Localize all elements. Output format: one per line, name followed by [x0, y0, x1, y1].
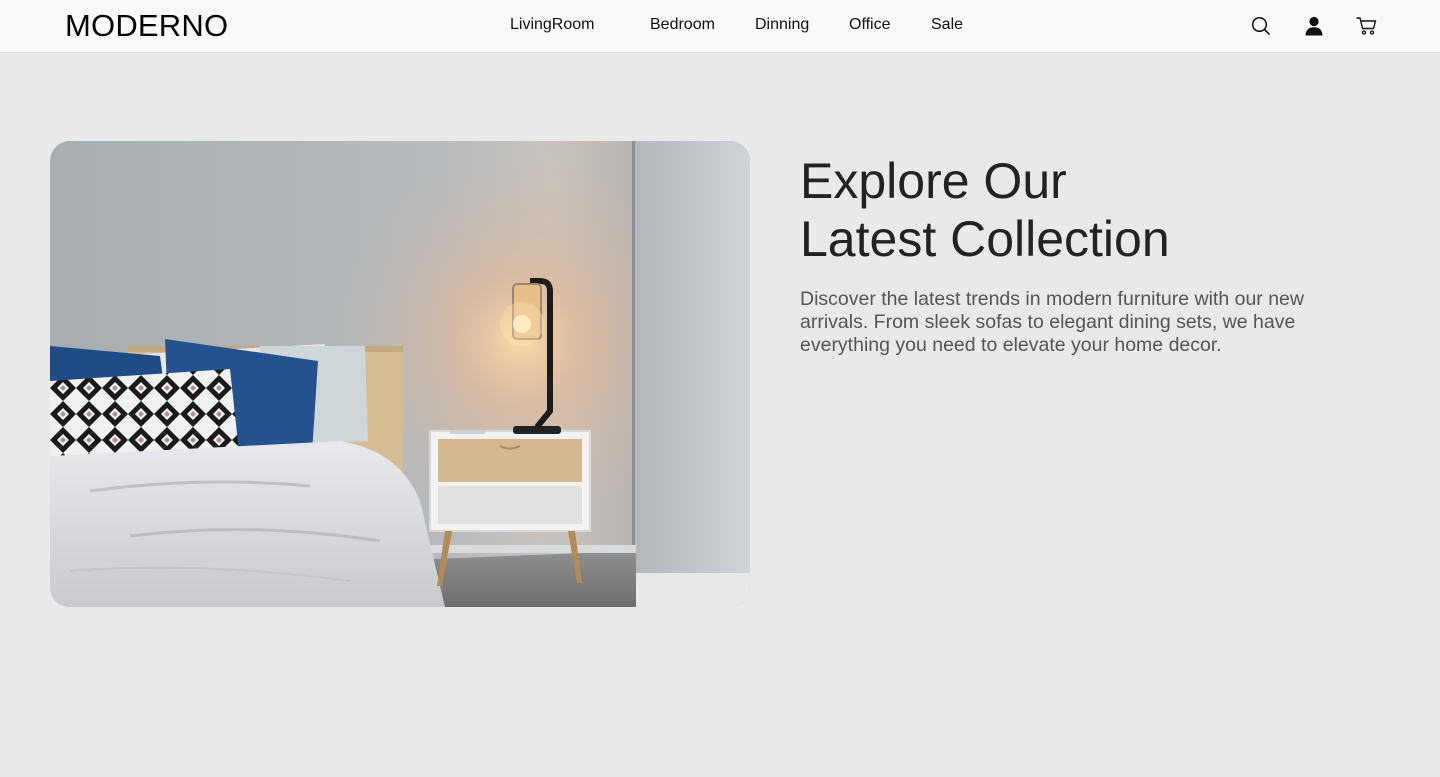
search-icon	[1251, 16, 1270, 35]
nav-item-bedroom[interactable]: Bedroom	[650, 16, 715, 34]
cart-icon	[1356, 17, 1377, 35]
nav-item-dinning[interactable]: Dinning	[755, 16, 809, 34]
account-button[interactable]	[1302, 14, 1326, 38]
hero-title: Explore Our Latest Collection	[800, 152, 1400, 268]
hero-description: Discover the latest trends in modern fur…	[800, 288, 1304, 356]
hero-title-line-2: Latest Collection	[800, 211, 1170, 267]
search-button[interactable]	[1249, 14, 1273, 38]
cart-button[interactable]	[1355, 14, 1379, 38]
brand-logo[interactable]: MODERNO	[65, 8, 228, 44]
bedroom-illustration	[50, 141, 750, 607]
nav-item-office[interactable]: Office	[849, 16, 891, 34]
nav-item-sale[interactable]: Sale	[931, 16, 963, 34]
nav-item-livingroom[interactable]: LivingRoom	[510, 16, 594, 34]
hero-title-line-1: Explore Our	[800, 153, 1067, 209]
top-navigation-bar: MODERNO LivingRoom Bedroom Dinning Offic…	[0, 0, 1440, 53]
user-icon	[1305, 16, 1323, 36]
hero-bedroom-image	[50, 141, 750, 607]
